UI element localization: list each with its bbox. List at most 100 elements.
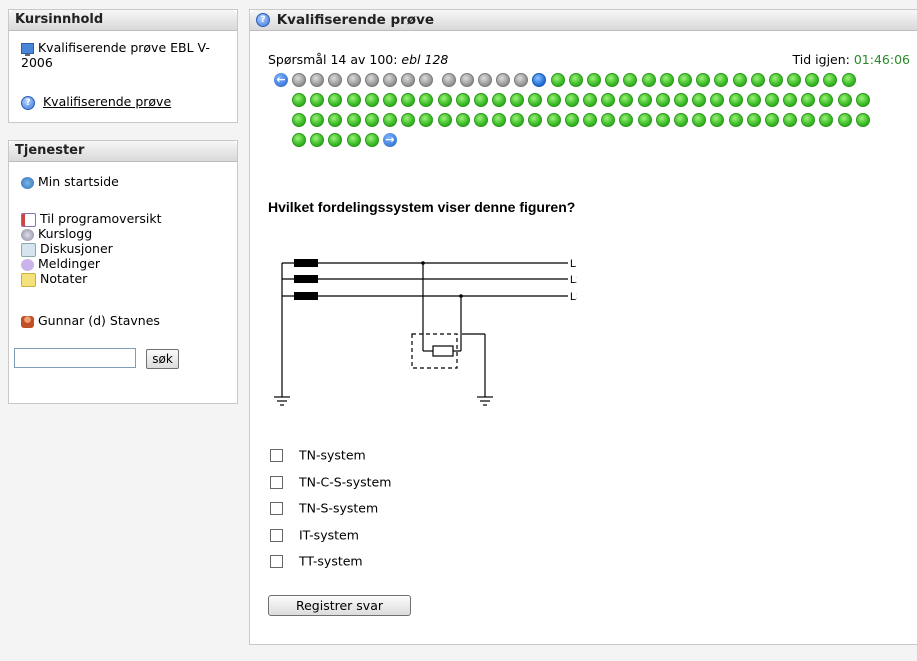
question-dot[interactable] (310, 133, 325, 147)
question-dot[interactable] (510, 93, 525, 107)
question-dot[interactable] (382, 113, 397, 127)
question-dot[interactable] (605, 73, 620, 87)
question-dot[interactable] (783, 93, 798, 107)
question-dot[interactable] (587, 73, 601, 87)
question-dot[interactable] (346, 113, 361, 127)
question-dot[interactable] (310, 113, 325, 127)
question-dot[interactable] (568, 73, 583, 87)
previous-question-icon[interactable]: ← (274, 73, 288, 87)
question-dot[interactable] (692, 113, 707, 127)
sidebar-item-program[interactable]: Til programoversikt (21, 211, 162, 227)
question-dot[interactable] (346, 93, 361, 107)
question-dot[interactable] (292, 73, 306, 87)
option-checkbox[interactable] (270, 555, 283, 568)
question-dot[interactable] (601, 113, 616, 127)
question-dot[interactable] (492, 113, 507, 127)
question-dot[interactable] (837, 93, 852, 107)
question-dot[interactable] (801, 113, 816, 127)
sidebar-item-home[interactable]: Min startside (21, 174, 119, 189)
user-profile-link[interactable]: Gunnar (d) Stavnes (21, 313, 160, 328)
next-question-icon[interactable]: → (382, 133, 397, 147)
option-tn-s-system[interactable]: TN-S-system (270, 499, 391, 526)
option-checkbox[interactable] (270, 449, 283, 462)
question-dot[interactable] (477, 73, 492, 87)
option-checkbox[interactable] (270, 528, 283, 542)
search-input[interactable] (14, 348, 136, 368)
question-dot[interactable] (346, 73, 361, 87)
question-dot[interactable] (764, 113, 779, 127)
question-dot[interactable] (746, 113, 761, 127)
question-dot[interactable] (292, 93, 306, 107)
question-dot[interactable] (310, 73, 325, 87)
question-dot[interactable] (496, 73, 511, 87)
question-dot[interactable] (764, 93, 779, 107)
question-dot[interactable] (401, 73, 416, 87)
question-dot[interactable] (382, 73, 397, 87)
question-dot[interactable] (673, 93, 688, 107)
question-dot[interactable] (659, 73, 674, 87)
question-dot[interactable] (746, 93, 761, 107)
question-dot[interactable] (637, 93, 652, 107)
question-dot[interactable] (532, 73, 547, 87)
question-dot[interactable] (768, 73, 783, 87)
submit-answer-button[interactable]: Registrer svar (268, 595, 411, 616)
option-it-system[interactable]: IT-system (270, 526, 391, 553)
question-dot[interactable] (714, 73, 729, 87)
question-dot[interactable] (419, 73, 434, 87)
question-dot[interactable] (328, 133, 343, 147)
question-dot[interactable] (364, 113, 379, 127)
question-dot[interactable] (623, 73, 638, 87)
question-dot[interactable] (728, 113, 743, 127)
question-dot[interactable] (382, 93, 397, 107)
question-dot[interactable] (455, 113, 470, 127)
question-dot[interactable] (546, 93, 561, 107)
question-dot[interactable] (564, 93, 579, 107)
question-dot[interactable] (455, 93, 470, 107)
question-dot[interactable] (801, 93, 816, 107)
question-dot[interactable] (732, 73, 747, 87)
question-dot[interactable] (655, 93, 670, 107)
question-dot[interactable] (692, 93, 707, 107)
question-dot[interactable] (528, 113, 543, 127)
question-dot[interactable] (710, 113, 725, 127)
question-dot[interactable] (437, 93, 452, 107)
question-dot[interactable] (292, 133, 306, 147)
question-dot[interactable] (473, 93, 488, 107)
question-dot[interactable] (310, 93, 325, 107)
option-tn-c-s-system[interactable]: TN-C-S-system (270, 473, 391, 500)
question-dot[interactable] (546, 113, 561, 127)
question-dot[interactable] (564, 113, 579, 127)
question-dot[interactable] (750, 73, 765, 87)
question-dot[interactable] (510, 113, 525, 127)
question-dot[interactable] (459, 73, 474, 87)
sidebar-item-discussions[interactable]: Diskusjoner (21, 241, 162, 257)
question-dot[interactable] (710, 93, 725, 107)
question-dot[interactable] (728, 93, 743, 107)
question-dot[interactable] (619, 113, 634, 127)
sidebar-item-log[interactable]: Kurslogg (21, 226, 162, 241)
option-checkbox[interactable] (270, 502, 283, 515)
question-dot[interactable] (328, 93, 343, 107)
question-dot[interactable] (473, 113, 488, 127)
course-link[interactable]: Kvalifiserende prøve (43, 94, 171, 109)
question-dot[interactable] (492, 93, 507, 107)
question-dot[interactable] (696, 73, 711, 87)
question-dot[interactable] (328, 113, 343, 127)
question-dot[interactable] (328, 73, 343, 87)
option-checkbox[interactable] (270, 475, 283, 489)
question-dot[interactable] (819, 93, 834, 107)
sidebar-item-notes[interactable]: Notater (21, 271, 162, 287)
question-dot[interactable] (855, 93, 870, 107)
question-dot[interactable] (655, 113, 670, 127)
question-dot[interactable] (841, 73, 856, 87)
question-dot[interactable] (550, 73, 565, 87)
question-dot[interactable] (819, 113, 834, 127)
question-dot[interactable] (837, 113, 852, 127)
question-dot[interactable] (583, 113, 597, 127)
search-button[interactable]: søk (146, 349, 179, 369)
question-dot[interactable] (637, 113, 652, 127)
question-dot[interactable] (805, 73, 820, 87)
question-dot[interactable] (401, 113, 416, 127)
question-dot[interactable] (583, 93, 597, 107)
question-dot[interactable] (823, 73, 838, 87)
